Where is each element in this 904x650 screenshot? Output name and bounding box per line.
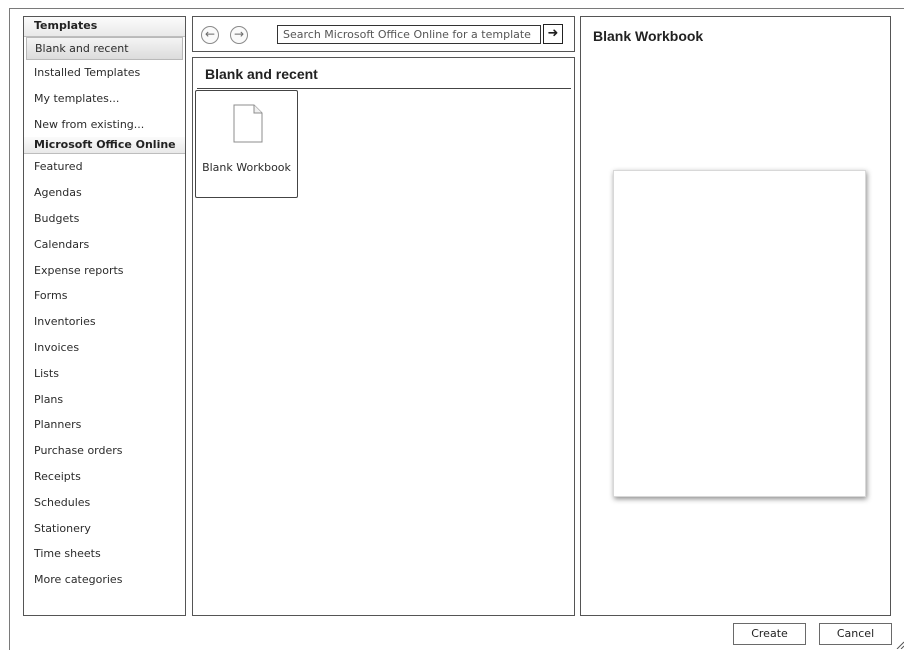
- category-schedules[interactable]: Schedules: [24, 490, 185, 516]
- category-installed-templates[interactable]: Installed Templates: [24, 60, 185, 86]
- create-button[interactable]: Create: [733, 623, 806, 645]
- category-agendas[interactable]: Agendas: [24, 180, 185, 206]
- back-arrow-icon[interactable]: ←: [201, 26, 219, 44]
- category-inventories[interactable]: Inventories: [24, 309, 185, 335]
- section-divider: [197, 88, 571, 89]
- category-blank-and-recent[interactable]: Blank and recent: [26, 37, 183, 60]
- category-calendars[interactable]: Calendars: [24, 232, 185, 258]
- category-expense-reports[interactable]: Expense reports: [24, 258, 185, 284]
- category-planners[interactable]: Planners: [24, 412, 185, 438]
- category-receipts[interactable]: Receipts: [24, 464, 185, 490]
- resize-grip-icon[interactable]: [896, 641, 904, 649]
- category-forms[interactable]: Forms: [24, 283, 185, 309]
- category-purchase-orders[interactable]: Purchase orders: [24, 438, 185, 464]
- forward-arrow-icon[interactable]: →: [230, 26, 248, 44]
- category-more-categories[interactable]: More categories: [24, 567, 185, 593]
- category-time-sheets[interactable]: Time sheets: [24, 541, 185, 567]
- category-lists[interactable]: Lists: [24, 361, 185, 387]
- category-stationery[interactable]: Stationery: [24, 516, 185, 542]
- arrow-right-icon: ➜: [547, 26, 559, 41]
- preview-title: Blank Workbook: [593, 28, 704, 44]
- templates-header: Templates: [24, 17, 185, 37]
- cancel-button[interactable]: Cancel: [819, 623, 892, 645]
- template-categories-pane: Templates Blank and recent Installed Tem…: [23, 16, 186, 616]
- search-go-button[interactable]: ➜: [543, 24, 563, 44]
- category-invoices[interactable]: Invoices: [24, 335, 185, 361]
- template-search-input[interactable]: Search Microsoft Office Online for a tem…: [277, 25, 541, 44]
- category-budgets[interactable]: Budgets: [24, 206, 185, 232]
- category-my-templates[interactable]: My templates...: [24, 86, 185, 112]
- blank-document-icon: [233, 104, 263, 143]
- workbook-preview-thumbnail: [613, 170, 866, 497]
- blank-workbook-tile[interactable]: Blank Workbook: [195, 90, 298, 198]
- category-featured[interactable]: Featured: [24, 154, 185, 180]
- preview-pane: Blank Workbook: [580, 16, 891, 616]
- category-plans[interactable]: Plans: [24, 387, 185, 413]
- section-title: Blank and recent: [205, 66, 318, 82]
- template-gallery-pane: Blank and recent Blank Workbook: [192, 57, 575, 616]
- category-new-from-existing[interactable]: New from existing...: [24, 112, 185, 138]
- tile-label: Blank Workbook: [202, 161, 291, 174]
- office-online-header: Microsoft Office Online: [24, 137, 185, 155]
